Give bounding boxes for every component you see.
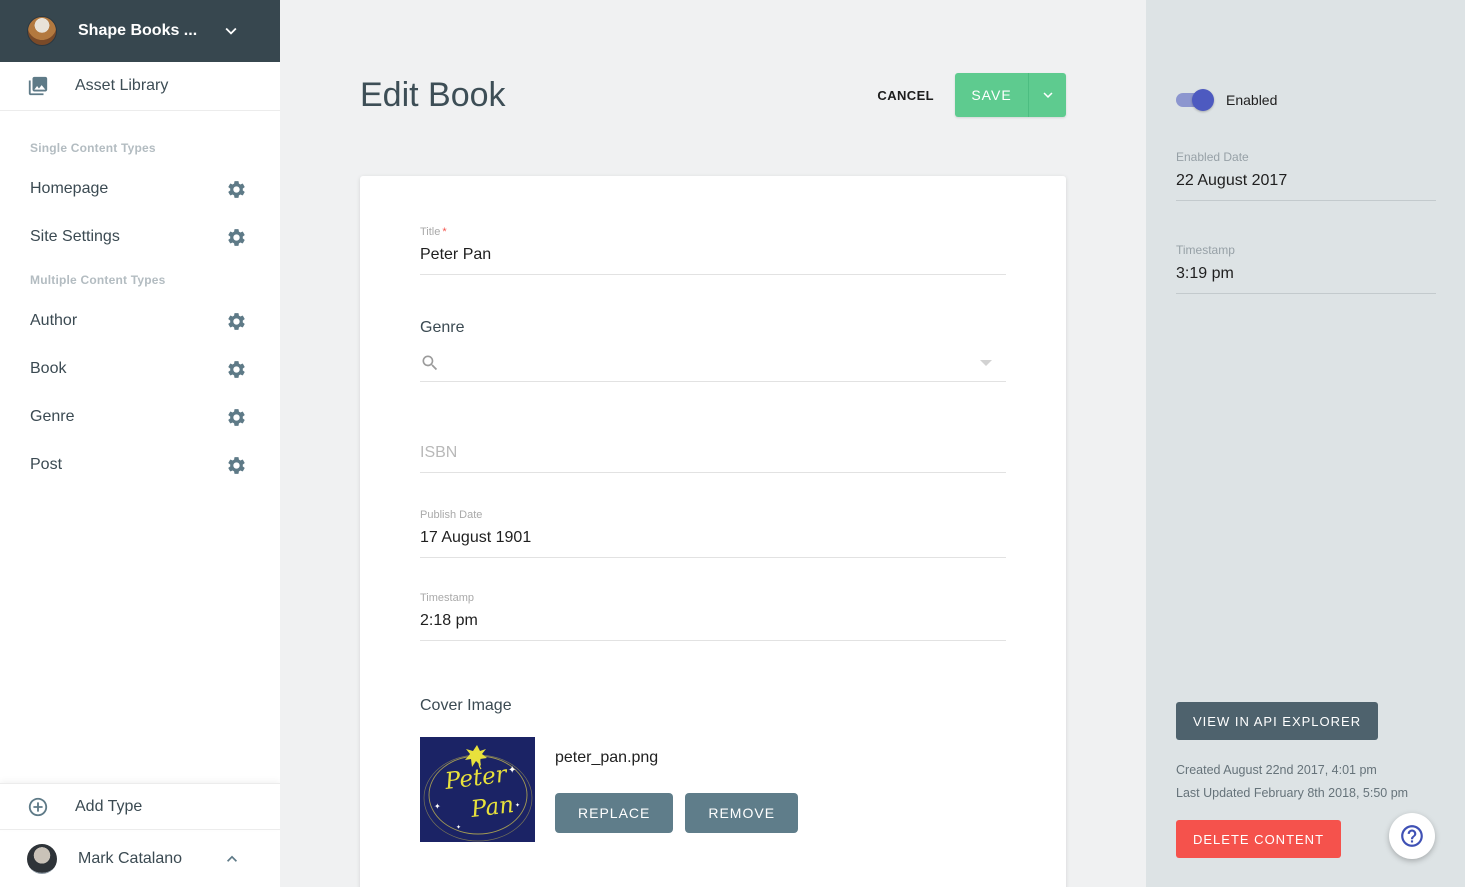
sidebar-item-asset-library[interactable]: Asset Library — [0, 62, 280, 111]
gear-icon[interactable] — [226, 455, 247, 476]
chevron-down-icon — [1039, 86, 1057, 104]
multiple-content-types-section: Multiple Content Types Author Book Genre… — [0, 273, 280, 489]
enabled-toggle-row: Enabled — [1176, 92, 1436, 108]
publish-date-input[interactable] — [420, 529, 1006, 558]
timestamp-label: Timestamp — [420, 592, 1006, 604]
sidebar-item-post[interactable]: Post — [0, 441, 280, 489]
workspace-avatar — [27, 16, 57, 46]
user-name: Mark Catalano — [78, 850, 222, 868]
help-icon — [1399, 823, 1425, 849]
add-type-label: Add Type — [75, 798, 142, 816]
svg-text:✦: ✦ — [515, 802, 520, 809]
toggle-knob — [1192, 89, 1214, 111]
gear-icon[interactable] — [226, 407, 247, 428]
required-asterisk: * — [442, 226, 446, 238]
gear-icon[interactable] — [226, 359, 247, 380]
user-avatar — [27, 844, 57, 874]
last-updated-text: Last Updated February 8th 2018, 5:50 pm — [1176, 786, 1436, 800]
delete-content-button[interactable]: DELETE CONTENT — [1176, 820, 1341, 858]
isbn-field — [420, 444, 1006, 473]
gear-icon[interactable] — [226, 311, 247, 332]
content-type-nav: Single Content Types Homepage Site Setti… — [0, 111, 280, 783]
svg-text:✦: ✦ — [456, 824, 461, 831]
isbn-input[interactable] — [420, 444, 1006, 473]
title-label: Title* — [420, 226, 1006, 238]
enabled-date-field: Enabled Date — [1176, 150, 1436, 201]
plus-circle-icon — [27, 796, 49, 818]
cancel-button[interactable]: CANCEL — [875, 80, 936, 111]
page-title: Edit Book — [360, 76, 875, 115]
replace-image-button[interactable]: REPLACE — [555, 793, 673, 833]
view-in-api-explorer-button[interactable]: VIEW IN API EXPLORER — [1176, 702, 1378, 740]
publish-date-field: Publish Date — [420, 509, 1006, 558]
workspace-switcher[interactable]: Shape Books ... — [0, 0, 280, 62]
user-menu[interactable]: Mark Catalano — [0, 829, 280, 887]
chevron-up-icon — [222, 849, 242, 869]
main-content: Edit Book CANCEL SAVE Title* Genre Publi… — [280, 0, 1146, 887]
section-label: Single Content Types — [0, 141, 280, 155]
genre-field: Genre — [420, 319, 1006, 382]
cover-image-filename: peter_pan.png — [555, 749, 798, 767]
help-button[interactable] — [1389, 813, 1435, 859]
asset-library-label: Asset Library — [75, 77, 168, 95]
section-label: Multiple Content Types — [0, 273, 280, 287]
single-content-types-section: Single Content Types Homepage Site Setti… — [0, 141, 280, 261]
add-type-button[interactable]: Add Type — [0, 783, 280, 829]
thumbnail-title-line2: Pan — [469, 792, 516, 823]
edit-header: Edit Book CANCEL SAVE — [360, 73, 1066, 117]
enabled-label: Enabled — [1226, 92, 1277, 108]
created-text: Created August 22nd 2017, 4:01 pm — [1176, 763, 1436, 777]
nav-item-label: Site Settings — [30, 228, 120, 246]
sidebar-item-book[interactable]: Book — [0, 345, 280, 393]
title-field: Title* — [420, 226, 1006, 275]
nav-item-label: Post — [30, 456, 62, 474]
save-split-button: SAVE — [955, 73, 1066, 117]
chevron-down-icon — [220, 20, 242, 42]
nav-item-label: Genre — [30, 408, 74, 426]
cover-image-meta: peter_pan.png REPLACE REMOVE — [555, 737, 798, 842]
enabled-timestamp-field: Timestamp — [1176, 243, 1436, 294]
sidebar-item-site-settings[interactable]: Site Settings — [0, 213, 280, 261]
title-input[interactable] — [420, 246, 1006, 275]
genre-label: Genre — [420, 319, 1006, 337]
gear-icon[interactable] — [226, 227, 247, 248]
cover-image-media: Peter Pan ✦ ✦ ✦ ✦ peter_pan.png REPLACE … — [420, 737, 1006, 842]
photo-library-icon — [27, 75, 49, 97]
sidebar-item-homepage[interactable]: Homepage — [0, 165, 280, 213]
nav-item-label: Author — [30, 312, 77, 330]
sidebar-item-genre[interactable]: Genre — [0, 393, 280, 441]
svg-text:✦: ✦ — [434, 802, 441, 811]
nav-item-label: Homepage — [30, 180, 108, 198]
enabled-date-label: Enabled Date — [1176, 150, 1436, 164]
svg-text:✦: ✦ — [508, 765, 516, 776]
cover-image-field: Cover Image Peter Pan ✦ ✦ ✦ ✦ peter_pan.… — [420, 697, 1006, 842]
save-options-button[interactable] — [1029, 73, 1066, 117]
edit-form-card: Title* Genre Publish Date Timestamp Cove… — [360, 176, 1066, 887]
cover-image-thumbnail[interactable]: Peter Pan ✦ ✦ ✦ ✦ — [420, 737, 535, 842]
nav-item-label: Book — [30, 360, 66, 378]
dropdown-caret-icon[interactable] — [980, 360, 992, 366]
enabled-toggle[interactable] — [1176, 92, 1212, 108]
timestamp-input[interactable] — [420, 612, 1006, 641]
cover-image-label: Cover Image — [420, 697, 1006, 715]
remove-image-button[interactable]: REMOVE — [685, 793, 798, 833]
left-sidebar: Shape Books ... Asset Library Single Con… — [0, 0, 280, 887]
status-panel: Enabled Enabled Date Timestamp VIEW IN A… — [1146, 0, 1465, 887]
search-icon — [420, 353, 440, 373]
timestamp-field: Timestamp — [420, 592, 1006, 641]
genre-search-input[interactable] — [450, 354, 980, 372]
workspace-name: Shape Books ... — [78, 22, 220, 40]
save-button[interactable]: SAVE — [955, 73, 1029, 117]
sidebar-item-author[interactable]: Author — [0, 297, 280, 345]
enabled-timestamp-label: Timestamp — [1176, 243, 1436, 257]
enabled-timestamp-input[interactable] — [1176, 265, 1436, 294]
genre-search-row — [420, 353, 1006, 382]
gear-icon[interactable] — [226, 179, 247, 200]
enabled-date-input[interactable] — [1176, 172, 1436, 201]
publish-date-label: Publish Date — [420, 509, 1006, 521]
